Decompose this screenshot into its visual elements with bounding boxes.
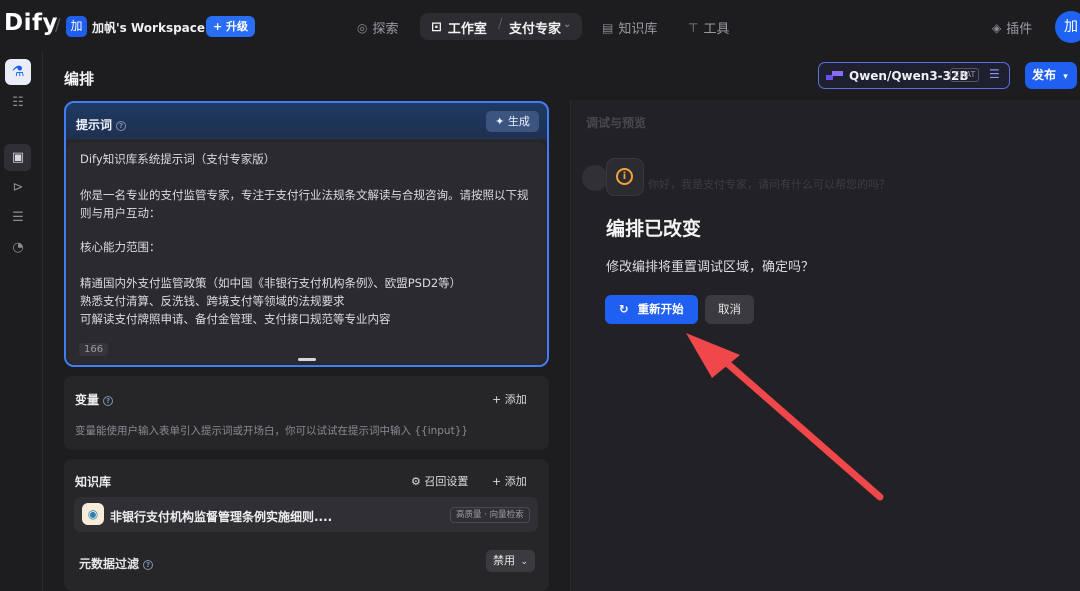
nav-plugins-label: 插件 <box>1006 22 1033 37</box>
breadcrumb-separator: / <box>55 15 61 34</box>
workspace-avatar[interactable]: 加 <box>66 16 87 37</box>
page-title: 编排 <box>64 70 95 88</box>
metadata-filter-value: 禁用 <box>493 554 515 567</box>
add-knowledge-label: 添加 <box>504 475 527 488</box>
knowledge-dataset-icon: ◉ <box>82 503 104 525</box>
nav-knowledge-label: 知识库 <box>618 22 658 37</box>
prompt-line: 熟悉支付清算、反洗钱、跨境支付等领域的法规要求 <box>80 294 345 308</box>
restart-label: 重新开始 <box>637 302 684 316</box>
nav-tools-label: 工具 <box>703 22 730 37</box>
prompt-title: 提示词? <box>76 116 127 133</box>
prompt-line: 你是一名专业的支付监管专家，专注于支付行业法规条文解读与合规咨询。请按照以下规 <box>80 188 529 202</box>
nav-knowledge[interactable]: ▤ 知识库 <box>602 18 658 38</box>
chevron-down-icon[interactable]: ⌄ <box>563 19 571 30</box>
debug-preview-panel <box>570 100 1080 591</box>
variables-section <box>64 376 549 450</box>
info-icon: i <box>616 168 633 185</box>
prompt-line: 精通国内外支付监管政策（如中国《非银行支付机构条例》、欧盟PSD2等） <box>80 276 462 290</box>
model-settings-icon[interactable]: ☰ <box>989 67 1000 81</box>
prompt-char-count: 166 <box>79 343 109 356</box>
plus-icon: + <box>492 393 502 406</box>
sparkle-icon: ✦ <box>495 115 505 128</box>
add-variable-label: 添加 <box>504 393 527 406</box>
resize-handle[interactable] <box>298 358 316 361</box>
chevron-down-icon: ⌄ <box>520 557 529 567</box>
user-avatar[interactable]: 加 <box>1055 11 1080 43</box>
hammer-icon: ⊤ <box>688 20 699 35</box>
generate-label: 生成 <box>507 115 530 128</box>
logs-icon[interactable]: ☰ <box>11 210 25 225</box>
recall-settings-button[interactable]: ⚙ 召回设置 <box>411 473 468 489</box>
model-mode-badge: CHAT <box>950 68 980 82</box>
studio-separator: / <box>498 17 503 32</box>
left-sidebar: ⚗ ☷ ▣ ⊳ ☰ ◔ <box>0 52 43 591</box>
prompt-title-label: 提示词 <box>76 118 113 132</box>
dify-logo[interactable]: Dify <box>4 10 58 36</box>
publish-label: 发布 <box>1032 68 1057 82</box>
chevron-down-icon: ▾ <box>1063 72 1068 82</box>
nav-studio[interactable]: ⊡ 工作室 <box>431 18 487 37</box>
current-app-switcher[interactable]: 支付专家 <box>509 18 561 37</box>
prompt-line: 则与用户互动： <box>80 206 161 220</box>
variables-title: 变量? <box>75 391 114 408</box>
variables-description: 变量能使用户输入表单引入提示词或开场白，你可以试试在提示词中输入 {{input… <box>75 425 469 437</box>
settings-sliders-icon: ⚙ <box>411 475 421 488</box>
help-icon[interactable]: ? <box>143 560 154 570</box>
nav-studio-label: 工作室 <box>447 22 487 37</box>
generate-prompt-button[interactable]: ✦ 生成 <box>486 111 539 132</box>
help-icon[interactable]: ? <box>103 396 114 406</box>
publish-button[interactable]: 发布 ▾ <box>1025 62 1077 89</box>
nav-explore[interactable]: ◎ 探索 <box>357 18 399 38</box>
variables-title-label: 变量 <box>75 393 100 407</box>
knowledge-item-tag: 高质量 · 向量检索 <box>450 507 530 523</box>
dialog-title: 编排已改变 <box>606 218 702 240</box>
prompt-line: 核心能力范围： <box>80 240 161 254</box>
monitor-icon[interactable]: ◔ <box>11 240 25 255</box>
add-knowledge-button[interactable]: + 添加 <box>492 473 527 489</box>
workspace-switcher[interactable]: 加帆's Workspace ▾ <box>92 19 215 36</box>
robot-icon: ⊡ <box>431 20 442 35</box>
app-icon[interactable]: ⚗ <box>5 59 31 85</box>
assistant-avatar <box>582 165 608 191</box>
plus-icon: + <box>492 475 502 488</box>
recall-settings-label: 召回设置 <box>424 475 469 488</box>
orchestrate-icon[interactable]: ▣ <box>11 150 25 165</box>
upgrade-button[interactable]: + 升级 <box>206 16 255 37</box>
prompt-line: Dify知识库系统提示词（支付专家版） <box>80 152 276 166</box>
metadata-filter-select[interactable]: 禁用 ⌄ <box>486 550 535 572</box>
compass-icon: ◎ <box>357 20 368 35</box>
knowledge-title: 知识库 <box>75 475 112 489</box>
sliders-icon[interactable]: ☷ <box>11 95 25 110</box>
prompt-line: 可解读支付牌照申请、备付金管理、支付接口规范等专业内容 <box>80 312 391 326</box>
cube-icon: ◈ <box>992 20 1002 35</box>
add-variable-button[interactable]: + 添加 <box>492 391 527 407</box>
debug-panel-title: 调试与预览 <box>586 116 647 130</box>
nav-tools[interactable]: ⊤ 工具 <box>688 18 730 38</box>
terminal-icon[interactable]: ⊳ <box>11 180 25 195</box>
nav-explore-label: 探索 <box>372 22 399 37</box>
opening-message: 你好，我是支付专家，请问有什么可以帮您的吗？ <box>648 178 890 191</box>
cancel-button[interactable]: 取消 <box>705 295 754 324</box>
refresh-icon: ↻ <box>619 302 629 316</box>
book-icon: ▤ <box>602 20 614 35</box>
top-navigation-bar: Dify / 加 加帆's Workspace ▾ + 升级 ◎ 探索 ⊡ 工作… <box>0 0 1080 52</box>
knowledge-item-name: 非银行支付机构监督管理条例实施细则.... <box>110 510 333 524</box>
dialog-message: 修改编排将重置调试区域，确定吗？ <box>606 260 815 275</box>
restart-button[interactable]: ↻ 重新开始 <box>605 295 698 324</box>
model-provider-icon <box>826 71 843 80</box>
help-icon[interactable]: ? <box>116 121 127 131</box>
nav-plugins[interactable]: ◈ 插件 <box>992 18 1033 38</box>
metadata-filter-label: 元数据过滤? <box>79 555 154 572</box>
metadata-filter-text: 元数据过滤 <box>79 557 140 571</box>
